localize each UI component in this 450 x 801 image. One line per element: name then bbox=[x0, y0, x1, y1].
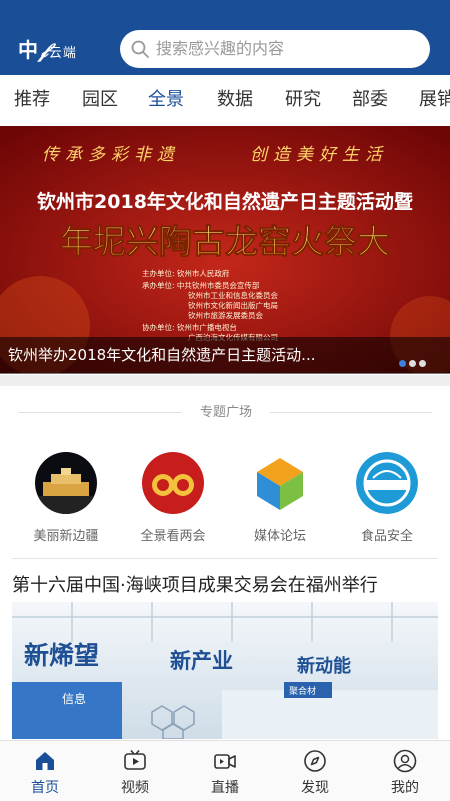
compass-icon bbox=[304, 750, 326, 772]
tab-ministries[interactable]: 部委 bbox=[352, 88, 388, 112]
banner-info-1: 主办单位: 钦州市人民政府 bbox=[142, 268, 230, 278]
banner-info-2: 承办单位: 中共钦州市委员会宣传部 bbox=[142, 280, 260, 290]
search-placeholder: 搜索感兴趣的内容 bbox=[156, 39, 285, 58]
carousel-dot-3[interactable] bbox=[419, 360, 426, 367]
tab-expo[interactable]: 展销 bbox=[419, 88, 450, 112]
banner-caption-bar: 钦州举办2018年文化和自然遗产日主题活动... bbox=[0, 337, 450, 374]
palace-icon bbox=[35, 452, 97, 514]
feature-label: 美丽新边疆 bbox=[33, 529, 99, 544]
nav-live-label: 直播 bbox=[211, 780, 239, 796]
tab-research[interactable]: 研究 bbox=[285, 88, 321, 112]
feature-label: 媒体论坛 bbox=[253, 529, 306, 544]
banner-info-4: 钦州市文化新闻出版广电局 bbox=[188, 300, 278, 310]
app-logo[interactable]: 中𝒻云端 bbox=[18, 34, 77, 63]
news-image-text-2: 新产业 bbox=[170, 649, 233, 673]
section-divider-right bbox=[270, 412, 432, 413]
banner-image: 传承多彩非遗 创造美好生活 钦州市2018年文化和自然遗产日主题活动暨 年坭兴陶… bbox=[0, 126, 450, 373]
banner-info-3: 钦州市工业和信息化委员会 bbox=[188, 290, 278, 300]
news-image-text-5: 聚合材 bbox=[289, 685, 316, 697]
feature-label: 食品安全 bbox=[360, 529, 413, 544]
user-icon bbox=[393, 749, 417, 773]
section-gap bbox=[0, 375, 450, 386]
search-bar[interactable]: 搜索感兴趣的内容 bbox=[120, 30, 430, 68]
news-image[interactable]: 新烯望 新产业 新动能 信息 聚合材 bbox=[12, 602, 438, 739]
feature-border-region[interactable]: 美丽新边疆 bbox=[20, 452, 112, 545]
nav-live[interactable]: 直播 bbox=[180, 741, 270, 801]
carousel-dot-2[interactable] bbox=[409, 360, 416, 367]
feature-media-forum[interactable]: 媒体论坛 bbox=[234, 452, 326, 545]
banner-slogan-right: 创造美好生活 bbox=[250, 145, 388, 165]
search-icon bbox=[131, 40, 149, 58]
banner-headline-1: 钦州市2018年文化和自然遗产日主题活动暨 bbox=[37, 190, 413, 213]
logo-text: 中 bbox=[18, 38, 39, 62]
carousel-indicator bbox=[396, 352, 426, 371]
banner-info-5: 钦州市旅游发展委员会 bbox=[188, 310, 263, 320]
feature-label: 全景看两会 bbox=[140, 529, 206, 544]
nav-video[interactable]: 视频 bbox=[90, 741, 180, 801]
bottom-nav: 首页 视频 直播 发现 我的 bbox=[0, 740, 450, 801]
tab-recommend[interactable]: 推荐 bbox=[14, 88, 50, 112]
tv-icon bbox=[124, 749, 146, 770]
banner-carousel[interactable]: 传承多彩非遗 创造美好生活 钦州市2018年文化和自然遗产日主题活动暨 年坭兴陶… bbox=[0, 126, 450, 373]
logo-sub: 云端 bbox=[48, 46, 77, 61]
home-icon bbox=[36, 752, 54, 770]
app-header: 中𝒻云端 搜索感兴趣的内容 bbox=[0, 0, 450, 75]
tab-park[interactable]: 园区 bbox=[82, 88, 118, 112]
banner-caption[interactable]: 钦州举办2018年文化和自然遗产日主题活动... bbox=[8, 345, 315, 365]
news-image-text-4: 信息 bbox=[62, 691, 86, 706]
nav-home-label: 首页 bbox=[31, 780, 59, 796]
carousel-dot-1[interactable] bbox=[399, 360, 406, 367]
section-divider-left bbox=[18, 412, 182, 413]
section-title: 专题广场 bbox=[199, 405, 252, 420]
news-title[interactable]: 第十六届中国·海峡项目成果交易会在福州举行 bbox=[12, 574, 378, 598]
tab-panorama[interactable]: 全景 bbox=[148, 88, 184, 112]
nav-discover[interactable]: 发现 bbox=[270, 741, 360, 801]
emblem-icon bbox=[142, 452, 204, 514]
news-image-text-3: 新动能 bbox=[297, 655, 351, 677]
banner-info-6: 协办单位: 钦州市广播电视台 bbox=[142, 322, 237, 332]
banner-headline-2: 年坭兴陶古龙窑火祭大 bbox=[60, 222, 390, 261]
banner-slogan-left: 传承多彩非遗 bbox=[42, 145, 180, 165]
nav-profile[interactable]: 我的 bbox=[360, 741, 450, 801]
nav-home[interactable]: 首页 bbox=[0, 741, 90, 801]
feature-food-safety[interactable]: 食品安全 bbox=[341, 452, 433, 545]
category-tabs: 推荐 园区 全景 数据 研究 部委 展销 bbox=[0, 78, 450, 124]
feature-two-sessions[interactable]: 全景看两会 bbox=[127, 452, 219, 545]
content-divider bbox=[12, 558, 438, 559]
nav-discover-label: 发现 bbox=[301, 780, 329, 796]
news-image-text-1: 新烯望 bbox=[24, 641, 99, 670]
camera-icon bbox=[214, 754, 236, 769]
cube-logo-icon bbox=[249, 452, 311, 514]
tab-data[interactable]: 数据 bbox=[217, 88, 253, 112]
nav-profile-label: 我的 bbox=[391, 780, 419, 796]
food-safety-badge-icon bbox=[356, 452, 418, 514]
nav-video-label: 视频 bbox=[121, 780, 149, 796]
